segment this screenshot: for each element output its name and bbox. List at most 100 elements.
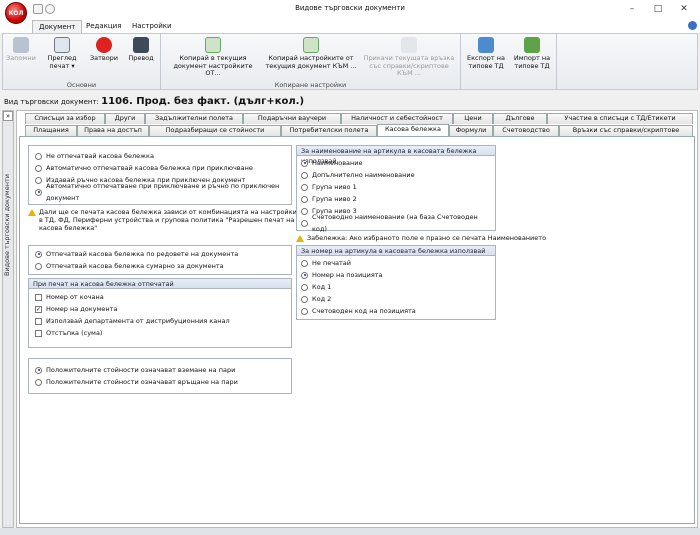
- radio-icon[interactable]: [301, 183, 308, 191]
- checkbox-icon[interactable]: ✓: [35, 305, 42, 313]
- app-menu-orb[interactable]: КОЛ: [5, 2, 27, 24]
- sign-option[interactable]: Положителните стойности означават вземан…: [35, 364, 285, 376]
- radio-icon[interactable]: [301, 195, 308, 203]
- tab-prices[interactable]: Цени: [453, 113, 493, 124]
- status-bar: [0, 528, 700, 535]
- tab-stock[interactable]: Наличност и себестойност: [341, 113, 453, 124]
- window-title: Видове търговски документи: [295, 4, 405, 12]
- close-icon: [96, 37, 112, 53]
- tab-lists[interactable]: Списъци за избор: [25, 113, 105, 124]
- name-group-title: За наименование на артикула в касовата б…: [297, 146, 495, 165]
- number-option[interactable]: Не печатай: [301, 257, 491, 269]
- export-button[interactable]: Експорт на типове ТД: [463, 37, 509, 70]
- radio-icon[interactable]: [35, 152, 42, 160]
- radio-icon[interactable]: [301, 295, 308, 303]
- close-window-icon[interactable]: ✕: [674, 2, 694, 16]
- number-source-group: За номер на артикула в касовата бележка …: [296, 245, 496, 320]
- tab-vouchers[interactable]: Подаръчни ваучери: [243, 113, 341, 124]
- preview-icon: [54, 37, 70, 53]
- receipt-option[interactable]: Не отпечатвай касова бележка: [35, 150, 285, 162]
- radio-icon[interactable]: [301, 159, 308, 167]
- tab-accounting[interactable]: Счетоводство: [493, 125, 559, 136]
- number-option[interactable]: Код 1: [301, 281, 491, 293]
- checkbox-icon[interactable]: [35, 317, 42, 325]
- checkbox-icon[interactable]: [35, 293, 42, 301]
- rows-option[interactable]: Отпечатвай касова бележка сумарно за док…: [35, 260, 285, 272]
- tab-receipt[interactable]: Касова бележка: [377, 124, 449, 136]
- radio-icon[interactable]: [35, 188, 42, 196]
- radio-icon[interactable]: [301, 307, 308, 315]
- sign-option[interactable]: Положителните стойности означават връщан…: [35, 376, 285, 388]
- receipt-option[interactable]: Автоматично отпечатване при приключване …: [35, 182, 285, 202]
- radio-icon[interactable]: [35, 164, 42, 172]
- phone-icon: [133, 37, 149, 53]
- side-panel-label[interactable]: Видове търговски документи: [3, 125, 13, 325]
- name-note: Забележка: Ако избраното поле е празно с…: [296, 234, 556, 242]
- print-checkbox-row[interactable]: Отстъпка (сума): [35, 327, 285, 339]
- tab-payments[interactable]: Плащания: [25, 125, 77, 136]
- maximize-icon[interactable]: □: [648, 2, 668, 16]
- name-option[interactable]: Наименование: [301, 157, 491, 169]
- rows-mode-group: Отпечатвай касова бележка по редовете на…: [28, 245, 292, 275]
- tab-defaults[interactable]: Подразбиращи се стойности: [149, 125, 281, 136]
- number-option[interactable]: Номер на позицията: [301, 269, 491, 281]
- group-basic-label: Основни: [66, 81, 97, 89]
- warning-icon: [296, 235, 304, 242]
- ribbon-tab-settings[interactable]: Настройки: [126, 20, 178, 33]
- name-option[interactable]: Група ниво 1: [301, 181, 491, 193]
- tab-user-fields[interactable]: Потребителски полета: [281, 125, 377, 136]
- group-basic: Запомни Преглед печат ▾ Затвори Превод О…: [3, 34, 161, 90]
- import-button[interactable]: Импорт на типове ТД: [509, 37, 555, 70]
- print-preview-button[interactable]: Преглед печат ▾: [41, 37, 83, 70]
- radio-icon[interactable]: [35, 262, 42, 270]
- radio-icon[interactable]: [301, 171, 308, 179]
- radio-icon[interactable]: [301, 283, 308, 291]
- print-checkbox-row[interactable]: Номер от кочана: [35, 291, 285, 303]
- radio-icon[interactable]: [35, 250, 42, 258]
- minimize-icon[interactable]: –: [622, 2, 642, 16]
- radio-icon[interactable]: [35, 378, 42, 386]
- tab-debts[interactable]: Дългове: [493, 113, 547, 124]
- tab-script-links[interactable]: Връзки със справки/скриптове: [559, 125, 693, 136]
- save-button[interactable]: Запомни: [5, 37, 37, 63]
- tab-required[interactable]: Задължителни полета: [145, 113, 243, 124]
- group-import-export: Експорт на типове ТД Импорт на типове ТД: [461, 34, 557, 90]
- ribbon-tab-edit[interactable]: Редакция: [80, 20, 127, 33]
- name-option[interactable]: Група ниво 2: [301, 193, 491, 205]
- ribbon-tab-document[interactable]: Документ: [32, 20, 83, 33]
- copy-settings-icon: [303, 37, 319, 53]
- tab-access[interactable]: Права на достъп: [77, 125, 149, 136]
- checkbox-icon[interactable]: [35, 329, 42, 337]
- close-button[interactable]: Затвори: [87, 37, 121, 63]
- number-option[interactable]: Код 2: [301, 293, 491, 305]
- tab-formulas[interactable]: Формули: [449, 125, 493, 136]
- rows-option[interactable]: Отпечатвай касова бележка по редовете на…: [35, 248, 285, 260]
- copy-doc-icon: [205, 37, 221, 53]
- attach-icon: [401, 37, 417, 53]
- radio-icon[interactable]: [301, 207, 308, 215]
- side-panel: » Видове търговски документи: [2, 110, 14, 528]
- group-copy-label: Копиране настройки: [274, 81, 347, 89]
- tab-participation[interactable]: Участие в списъци с ТД/Етикети: [547, 113, 693, 124]
- expand-side-icon[interactable]: »: [3, 111, 13, 121]
- help-icon[interactable]: [688, 21, 697, 30]
- translate-button[interactable]: Превод: [125, 37, 157, 63]
- name-option[interactable]: Счетоводно наименование (на база Счетово…: [301, 213, 491, 233]
- print-checkbox-row[interactable]: Използвай департамента от дистрибуционни…: [35, 315, 285, 327]
- copy-to-button[interactable]: Копирай в текущия документ настройките О…: [165, 37, 261, 78]
- number-option[interactable]: Счетоводен код на позицията: [301, 305, 491, 317]
- copy-from-button[interactable]: Копирай настройките от текущия документ …: [263, 37, 359, 70]
- name-option[interactable]: Допълнително наименование: [301, 169, 491, 181]
- import-db-icon: [524, 37, 540, 53]
- tab-other[interactable]: Други: [105, 113, 145, 124]
- floppy-icon: [13, 37, 29, 53]
- radio-icon[interactable]: [301, 259, 308, 267]
- receipt-option[interactable]: Автоматично отпечатвай касова бележка пр…: [35, 162, 285, 174]
- print-checkbox-row[interactable]: ✓ Номер на документа: [35, 303, 285, 315]
- attach-button[interactable]: Прикачи текущата връзка със справки/скри…: [361, 37, 457, 78]
- radio-icon[interactable]: [35, 366, 42, 374]
- receipt-warning: Дали ще се печата касова бележка зависи …: [28, 208, 298, 232]
- radio-icon[interactable]: [301, 219, 308, 227]
- radio-icon[interactable]: [301, 271, 308, 279]
- radio-icon[interactable]: [35, 176, 42, 184]
